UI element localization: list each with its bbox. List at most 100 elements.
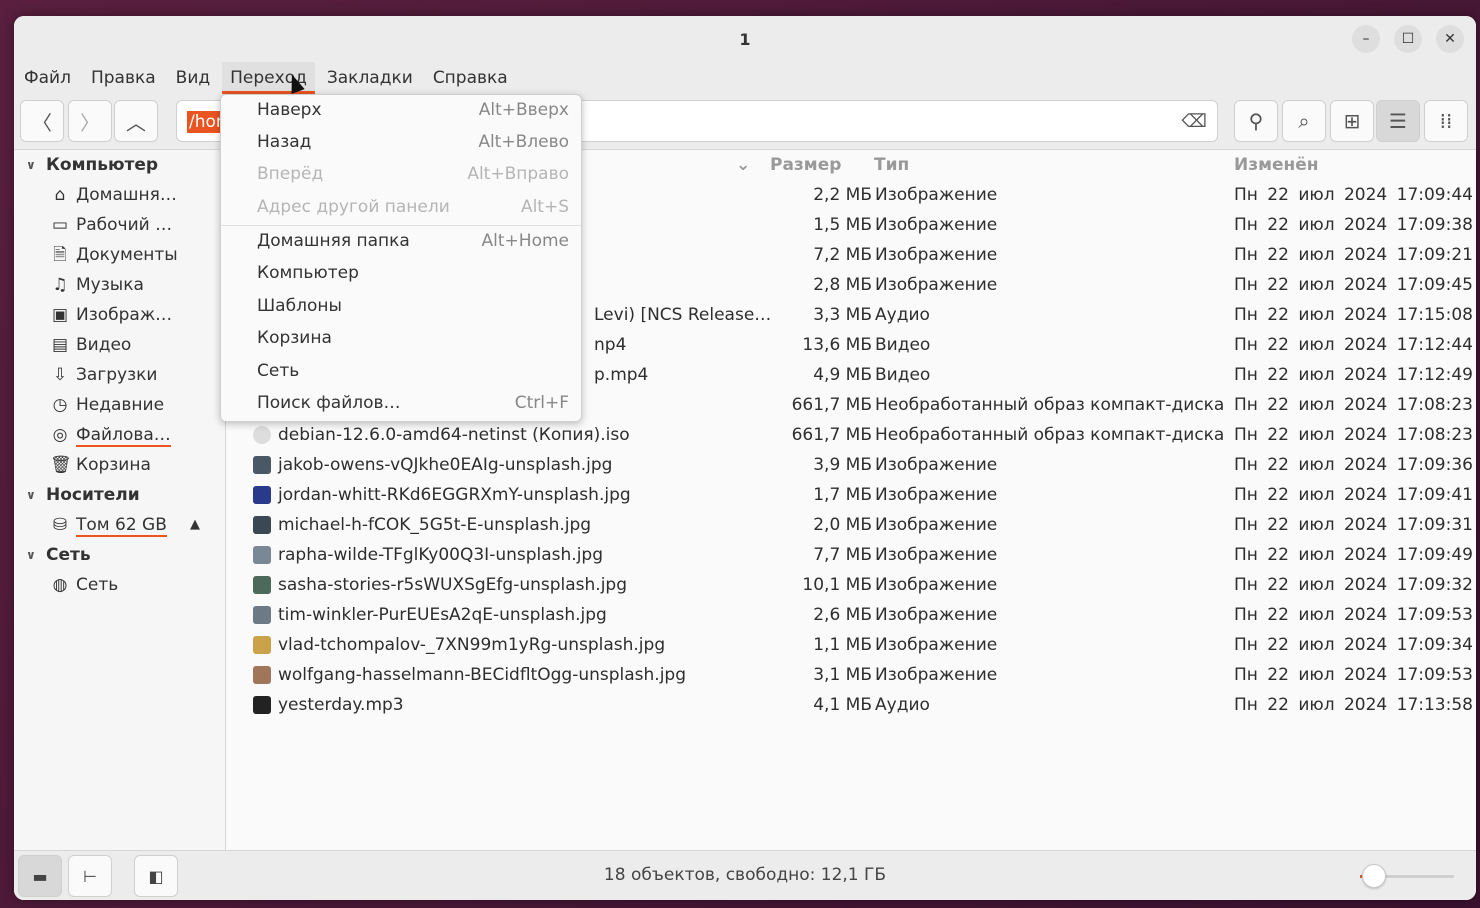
go-menu-dropdown: Наверх Alt+Вверх Назад Alt+Влево Вперёд Alt+В… bbox=[220, 94, 582, 422]
go-menu-item[interactable]: Наверх Alt+Вверх bbox=[221, 95, 581, 127]
globe-icon: ◍ bbox=[52, 575, 68, 595]
go-menu-item[interactable]: Шаблоны bbox=[221, 291, 581, 323]
file-type: Изображение bbox=[875, 635, 998, 655]
sidebar-item-music[interactable]: ♫ Музыка bbox=[14, 270, 225, 300]
file-modified: Пн 22 июл 2024 17:09:31 bbox=[1234, 515, 1473, 535]
table-row[interactable]: yesterday.mp3 4,1 МБ Аудио Пн 22 июл 2024 1… bbox=[227, 690, 1476, 720]
file-size: 13,6 МБ bbox=[802, 335, 872, 355]
sidebar-header-computer[interactable]: ∨ Компьютер bbox=[14, 150, 225, 180]
menu-help[interactable]: Справка bbox=[425, 62, 516, 94]
go-menu-item[interactable]: Поиск файлов… Ctrl+F bbox=[221, 388, 581, 420]
grid-view-button[interactable]: ⊞ bbox=[1330, 100, 1374, 142]
music-icon: ♫ bbox=[52, 275, 68, 295]
file-name: jakob-owens-vQJkhe0EAIg-unsplash.jpg bbox=[278, 455, 613, 475]
file-name: michael-h-fCOK_5G5t-E-unsplash.jpg bbox=[278, 515, 592, 535]
chevron-down-icon: ∨ bbox=[26, 488, 36, 502]
go-menu-item[interactable]: Сеть bbox=[221, 356, 581, 388]
table-row[interactable]: vlad-tchompalov-_7XN99m1yRg-unsplash.jpg… bbox=[227, 630, 1476, 660]
sidebar-item-volume[interactable]: ⛁ Том 62 GB ▲ bbox=[14, 510, 225, 540]
maximize-button[interactable]: ☐ bbox=[1394, 25, 1422, 53]
filesystem-icon: ◎ bbox=[52, 425, 68, 445]
clear-path-icon[interactable]: ⌫ bbox=[1182, 111, 1207, 132]
menu-item-label: Поиск файлов… bbox=[257, 393, 401, 413]
minimize-button[interactable]: – bbox=[1352, 25, 1380, 53]
go-menu-item[interactable]: Корзина bbox=[221, 323, 581, 355]
menu-item-shortcut: Ctrl+F bbox=[514, 393, 569, 413]
column-type[interactable]: Тип bbox=[874, 155, 909, 175]
file-modified: Пн 22 июл 2024 17:08:23 bbox=[1234, 395, 1473, 415]
column-modified[interactable]: Изменён bbox=[1234, 155, 1319, 175]
menu-file[interactable]: Файл bbox=[16, 62, 79, 94]
menu-item-label: Компьютер bbox=[257, 263, 359, 283]
file-modified: Пн 22 июл 2024 17:08:23 bbox=[1234, 425, 1473, 445]
sidebar-item-videos[interactable]: ▤ Видео bbox=[14, 330, 225, 360]
sort-chevron-icon[interactable]: ⌄ bbox=[736, 155, 750, 175]
sidebar-item-downloads[interactable]: ⇩ Загрузки bbox=[14, 360, 225, 390]
file-size: 1,7 МБ bbox=[813, 485, 872, 505]
forward-button[interactable]: 〉 bbox=[68, 100, 112, 142]
table-row[interactable]: tim-winkler-PurEUEsA2qE-unsplash.jpg 2,6 … bbox=[227, 600, 1476, 630]
file-type: Изображение bbox=[875, 245, 998, 265]
menu-item-shortcut: Alt+Home bbox=[481, 231, 569, 251]
column-size[interactable]: Размер bbox=[770, 155, 841, 175]
table-row[interactable]: wolfgang-hasselmann-BECidfltOgg-unsplash… bbox=[227, 660, 1476, 690]
compact-view-button[interactable]: ⁞⁞ bbox=[1424, 100, 1468, 142]
menu-item-label: Шаблоны bbox=[257, 296, 342, 316]
table-row[interactable]: jordan-whitt-RKd6EGGRXmY-unsplash.jpg 1,7… bbox=[227, 480, 1476, 510]
sidebar-item-recent[interactable]: ◷ Недавние bbox=[14, 390, 225, 420]
list-view-icon: ☰ bbox=[1389, 109, 1407, 133]
table-row[interactable]: debian-12.6.0-amd64-netinst (Копия).iso 6… bbox=[227, 420, 1476, 450]
sidebar-item-home[interactable]: ⌂ Домашня… bbox=[14, 180, 225, 210]
location-button[interactable]: ⚲ bbox=[1234, 100, 1278, 142]
titlebar[interactable]: 1 – ☐ ✕ bbox=[14, 16, 1476, 62]
forward-icon: 〉 bbox=[80, 110, 100, 135]
list-view-button[interactable]: ☰ bbox=[1376, 100, 1420, 142]
eject-icon[interactable]: ▲ bbox=[190, 510, 200, 540]
table-row[interactable]: michael-h-fCOK_5G5t-E-unsplash.jpg 2,0 МБ… bbox=[227, 510, 1476, 540]
zoom-slider-knob[interactable] bbox=[1362, 864, 1386, 888]
close-button[interactable]: ✕ bbox=[1436, 25, 1464, 53]
sidebar-item-desktop[interactable]: ▭ Рабочий … bbox=[14, 210, 225, 240]
file-size: 3,9 МБ bbox=[813, 455, 872, 475]
file-icon bbox=[253, 486, 271, 504]
file-icon bbox=[253, 576, 271, 594]
file-name: sasha-stories-r5sWUXSgEfg-unsplash.jpg bbox=[278, 575, 628, 595]
file-type: Необработанный образ компакт-диска bbox=[875, 425, 1225, 445]
menu-edit[interactable]: Правка bbox=[83, 62, 164, 94]
sidebar-item-network[interactable]: ◍ Сеть bbox=[14, 570, 225, 600]
file-icon bbox=[253, 546, 271, 564]
menu-view[interactable]: Вид bbox=[168, 62, 218, 94]
file-name: p.mp4 bbox=[594, 365, 649, 385]
table-row[interactable]: rapha-wilde-TFglKy00Q3I-unsplash.jpg 7,7 … bbox=[227, 540, 1476, 570]
file-type: Изображение bbox=[875, 575, 998, 595]
sidebar-item-trash[interactable]: 🗑 Корзина bbox=[14, 450, 225, 480]
file-name: wolfgang-hasselmann-BECidfltOgg-unsplash… bbox=[278, 665, 686, 685]
file-size: 4,1 МБ bbox=[813, 695, 872, 715]
menu-item-label: Вперёд bbox=[257, 164, 324, 184]
home-icon: ⌂ bbox=[54, 185, 66, 205]
chevron-down-icon: ∨ bbox=[26, 158, 36, 172]
desktop-icon: ▭ bbox=[51, 215, 69, 235]
file-modified: Пн 22 июл 2024 17:09:53 bbox=[1234, 665, 1473, 685]
file-modified: Пн 22 июл 2024 17:09:49 bbox=[1234, 545, 1473, 565]
menu-bookmarks[interactable]: Закладки bbox=[319, 62, 421, 94]
sidebar-header-devices[interactable]: ∨ Носители bbox=[14, 480, 225, 510]
location-icon: ⚲ bbox=[1248, 109, 1264, 133]
sidebar-item-pictures[interactable]: ▣ Изображ… bbox=[14, 300, 225, 330]
up-button[interactable]: ︿ bbox=[114, 100, 158, 142]
table-row[interactable]: jakob-owens-vQJkhe0EAIg-unsplash.jpg 3,9 … bbox=[227, 450, 1476, 480]
menu-item-label: Сеть bbox=[257, 361, 300, 381]
back-button[interactable]: 〈 bbox=[20, 100, 64, 142]
go-menu-item[interactable]: Назад Alt+Влево bbox=[221, 127, 581, 159]
sidebar-header-network[interactable]: ∨ Сеть bbox=[14, 540, 225, 570]
sidebar-item-documents[interactable]: 🗎 Документы bbox=[14, 240, 225, 270]
search-button[interactable]: ⌕ bbox=[1282, 100, 1326, 142]
go-menu-item[interactable]: Компьютер bbox=[221, 258, 581, 290]
table-row[interactable]: sasha-stories-r5sWUXSgEfg-unsplash.jpg 10… bbox=[227, 570, 1476, 600]
file-icon bbox=[253, 636, 271, 654]
sidebar-item-filesystem[interactable]: ◎ Файлова… bbox=[14, 420, 225, 450]
file-type: Изображение bbox=[875, 515, 998, 535]
file-modified: Пн 22 июл 2024 17:12:49 bbox=[1234, 365, 1473, 385]
go-menu-item[interactable]: Домашняя папка Alt+Home bbox=[221, 226, 581, 258]
download-icon: ⇩ bbox=[52, 365, 68, 385]
